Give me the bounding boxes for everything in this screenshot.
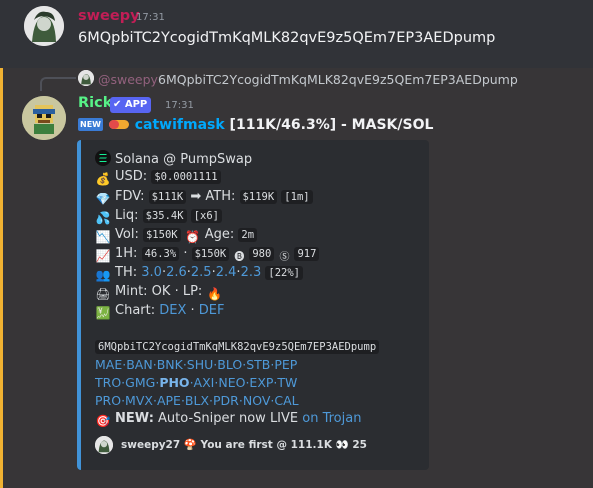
token-title: NEW catwifmask [111K/46.3%] - MASK/SOL (78, 117, 433, 133)
bot-link[interactable]: TW (277, 375, 297, 390)
usd-line: 💰 USD: $0.0001111 (95, 168, 221, 186)
message-timestamp: 17:31 (136, 12, 165, 23)
target-icon: 🎯 (95, 414, 111, 428)
solana-icon (95, 150, 111, 166)
bot-link[interactable]: GMG (125, 375, 155, 390)
message-author-rick[interactable]: Rick (78, 95, 112, 111)
token-title-rest: [111K/46.3%] - MASK/SOL (224, 117, 434, 133)
bot-link[interactable]: MVX (125, 393, 153, 408)
message-text: 6MQpbiTC2YcogidTmKqMLK82qvE9z5QEm7EP3AED… (78, 30, 496, 46)
mention-highlight-bar (0, 68, 3, 488)
reply-mention[interactable]: @sweepy (98, 72, 158, 87)
bot-link[interactable]: SHU (187, 357, 213, 372)
bot-link[interactable]: TRO (95, 375, 121, 390)
bot-link[interactable]: MAE (95, 357, 122, 372)
reply-connector-line (40, 77, 76, 91)
gem-icon: 💎 (95, 192, 111, 206)
mint-line: 🖨 Mint: OK · LP: 🔥 (95, 284, 222, 301)
token-embed: Solana @ PumpSwap 💰 USD: $0.0001111 💎 FDV:… (77, 140, 429, 470)
bot-link[interactable]: EXP (249, 375, 273, 390)
bot-link[interactable]: BLX (185, 393, 209, 408)
bot-links-row-3: PRO·MVX·APE·BLX·PDR·NOV·CAL (95, 393, 299, 408)
chain-line: Solana @ PumpSwap (95, 150, 252, 168)
bot-link[interactable]: BNK (157, 357, 183, 372)
vol-line: 📉 Vol: $150K ⏰ Age: 2m (95, 226, 258, 244)
embed-footer: sweepy27 🍄 You are first @ 111.1K 👀 25 (121, 439, 367, 451)
bot-link[interactable]: STB (246, 357, 270, 372)
bot-link[interactable]: NOV (243, 393, 271, 408)
h1-line: 📈 1H: 46.3% · $150K 🅑 980 Ⓢ 917 (95, 245, 320, 263)
reply-avatar[interactable] (78, 70, 94, 86)
bot-link[interactable]: APE (157, 393, 181, 408)
app-badge: ✔ APP (110, 97, 152, 113)
printer-icon: 🖨 (95, 287, 111, 301)
message-timestamp: 17:31 (165, 100, 194, 111)
bot-link[interactable]: PRO (95, 393, 121, 408)
money-bag-icon: 💰 (95, 172, 111, 186)
alarm-clock-icon: ⏰ (185, 230, 201, 244)
footer-avatar (95, 436, 113, 454)
bot-link[interactable]: CAL (274, 393, 298, 408)
token-link[interactable]: catwifmask (135, 117, 225, 133)
bot-link[interactable]: NEO (218, 375, 245, 390)
bot-link[interactable]: BLO (217, 357, 242, 372)
chart-down-icon: 📉 (95, 230, 111, 244)
bot-link[interactable]: AXI (194, 375, 215, 390)
arrow-right-icon: ➡ (190, 189, 202, 204)
th-line: 👥 TH: 3.0·2.6·2.5·2.4·2.3 [22%] (95, 264, 303, 282)
message-author-sweepy[interactable]: sweepy (78, 8, 140, 24)
reply-preview-text[interactable]: 6MQpbiTC2YcogidTmKqMLK82qvE9z5QEm7EP3AED… (158, 72, 518, 87)
users-icon: 👥 (95, 268, 111, 282)
chart-icon: 💹 (95, 306, 111, 320)
trojan-link[interactable]: on Trojan (302, 411, 361, 426)
promo-line: 🎯 NEW: Auto-Sniper now LIVE on Trojan (95, 411, 362, 428)
bot-link[interactable]: PEP (274, 357, 297, 372)
pill-icon (108, 120, 129, 129)
fdv-line: 💎 FDV: $111K ➡ ATH: $119K [1m] (95, 188, 313, 206)
chart-line: 💹 Chart: DEX · DEF (95, 303, 225, 320)
fire-icon: 🔥 (206, 287, 222, 301)
contract-address[interactable]: 6MQpbiTC2YcogidTmKqMLK82qvE9z5QEm7EP3AED… (95, 338, 380, 356)
droplets-icon: 💦 (95, 211, 111, 225)
liq-line: 💦 Liq: $35.4K [x6] (95, 207, 223, 225)
bot-avatar-rick[interactable] (22, 96, 66, 140)
bot-link[interactable]: PDR (213, 393, 239, 408)
chart-link-def[interactable]: DEF (199, 303, 225, 318)
bot-link[interactable]: BAN (126, 357, 152, 372)
chart-up-icon: 📈 (95, 249, 111, 263)
chart-link-dex[interactable]: DEX (159, 303, 186, 318)
bot-link[interactable]: PHO (159, 375, 189, 390)
user-avatar-sweepy[interactable] (24, 6, 64, 46)
bot-links-row-2: TRO·GMG·PHO·AXI·NEO·EXP·TW (95, 375, 298, 390)
new-badge: NEW (78, 118, 103, 131)
bot-links-row-1: MAE·BAN·BNK·SHU·BLO·STB·PEP (95, 357, 298, 372)
